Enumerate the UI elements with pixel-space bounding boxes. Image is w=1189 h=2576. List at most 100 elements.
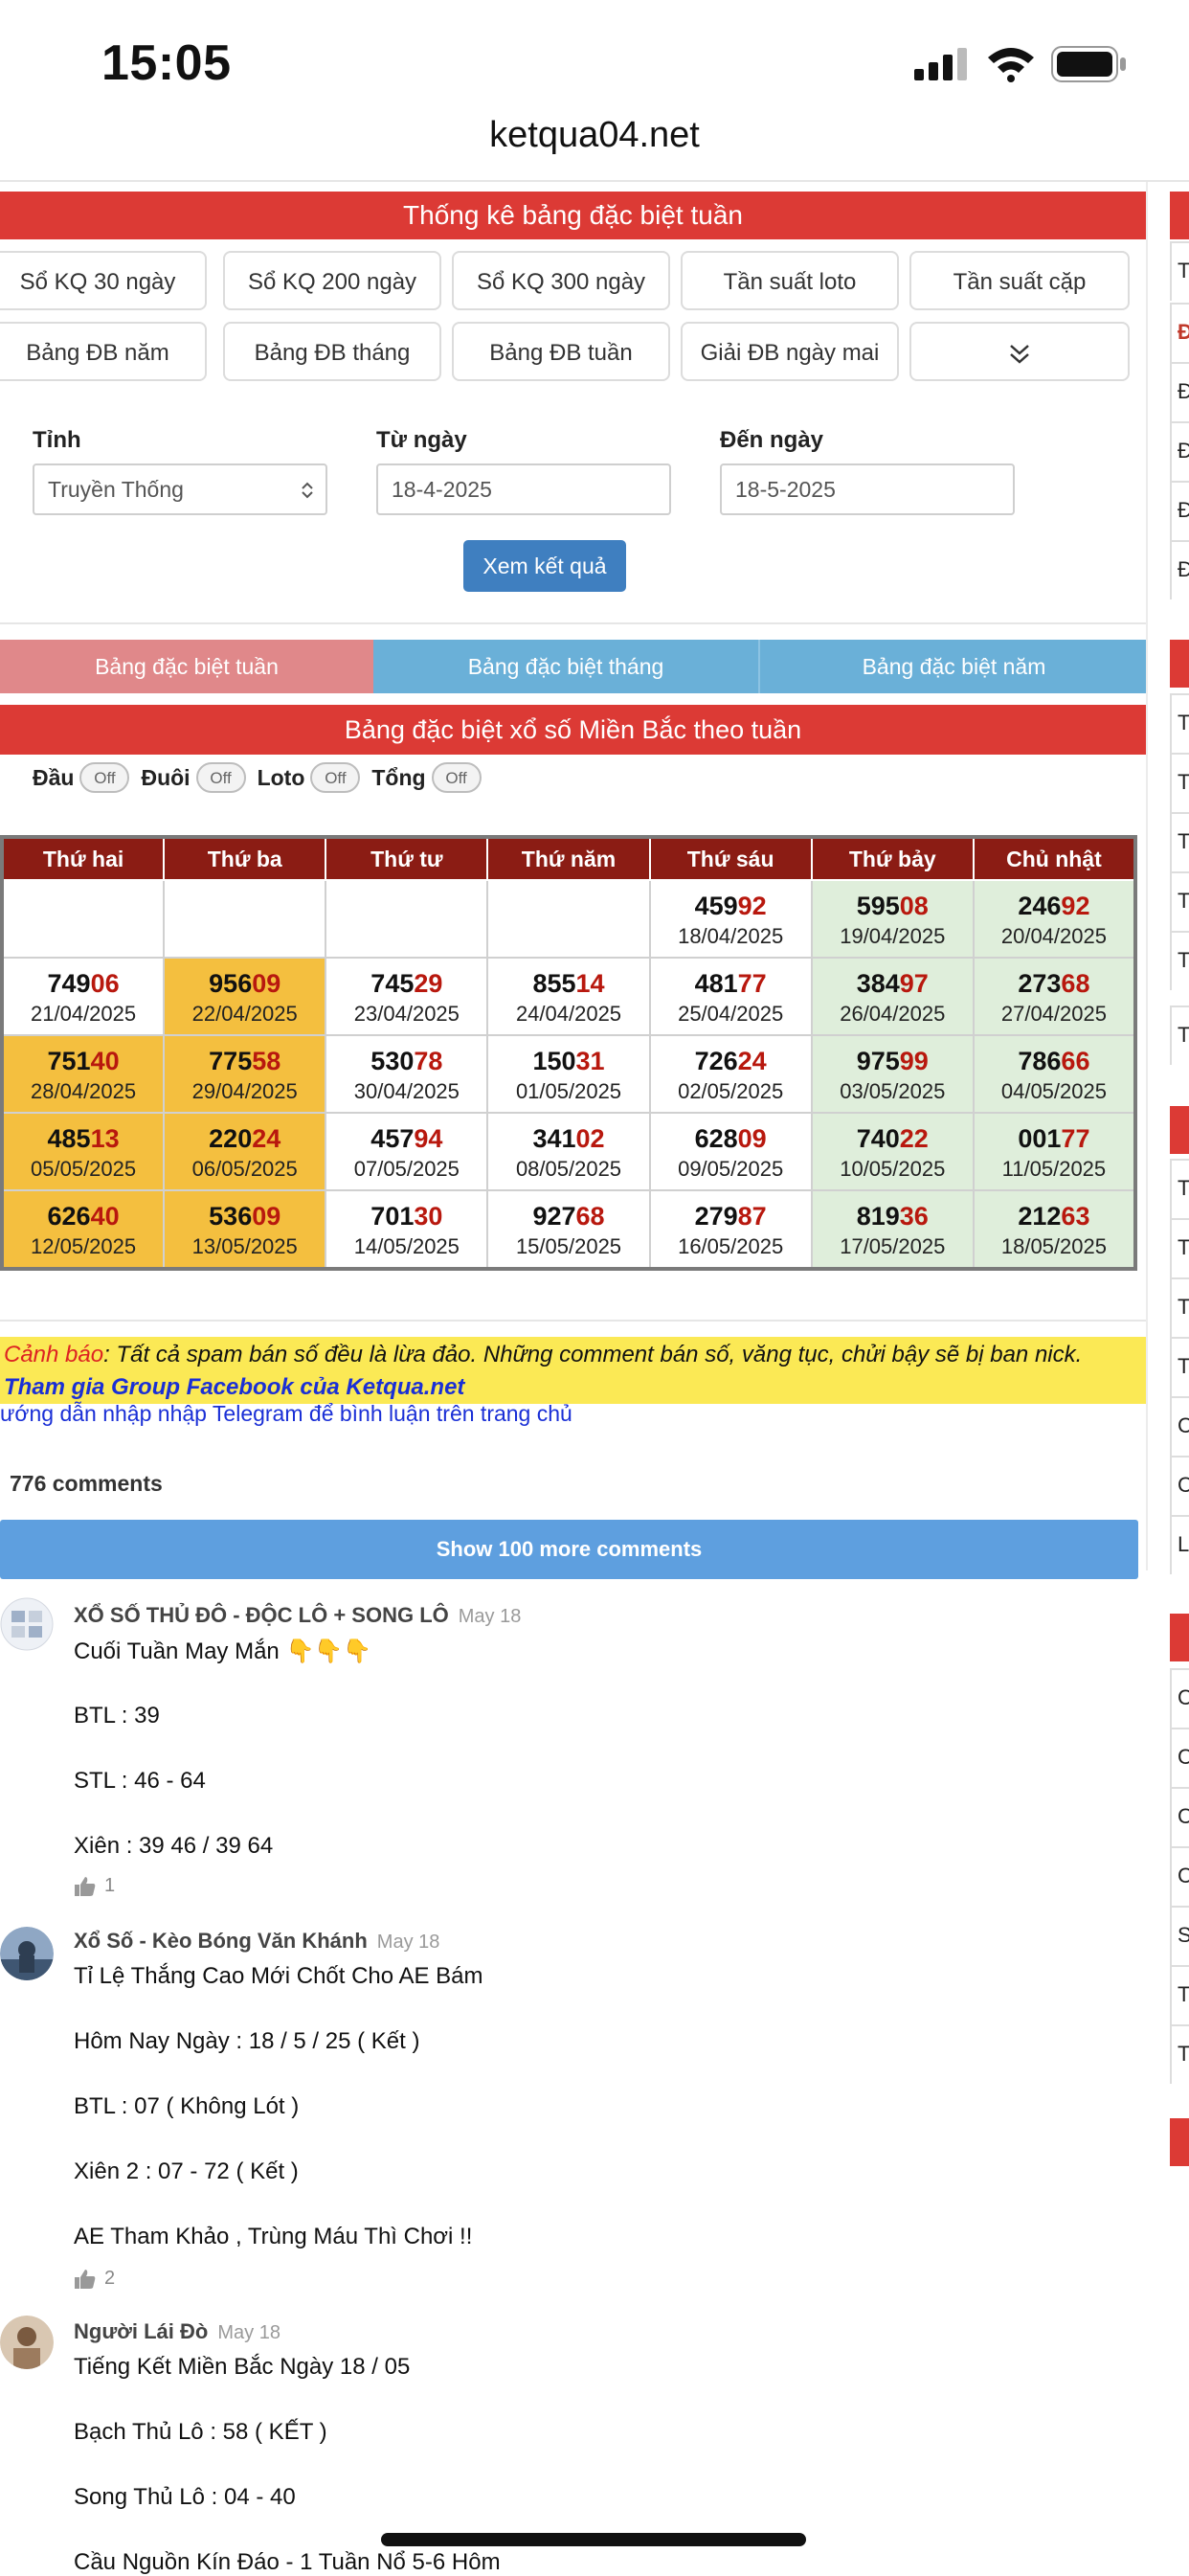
- like-button[interactable]: 2: [74, 2268, 115, 2290]
- sidebar-cell[interactable]: T: [1170, 241, 1189, 301]
- nav-button-tansuat-cap[interactable]: Tần suất cặp: [909, 251, 1130, 310]
- sidebar-cell[interactable]: T: [1170, 931, 1189, 990]
- sidebar-cell[interactable]: Đ: [1170, 421, 1189, 481]
- thumbs-up-icon: [75, 1876, 96, 1896]
- result-head: 855: [532, 968, 576, 998]
- toggle-dau[interactable]: Off: [79, 762, 130, 793]
- sidebar-cell[interactable]: Đ: [1170, 362, 1189, 421]
- result-cell[interactable]: 59508 19/04/2025: [810, 879, 975, 959]
- result-cell[interactable]: 97599 03/05/2025: [810, 1034, 975, 1114]
- comment-author[interactable]: Xổ Số - Kèo Bóng Văn Khánh May 18: [74, 1929, 439, 1954]
- result-cell[interactable]: 78666 04/05/2025: [972, 1034, 1137, 1114]
- result-cell[interactable]: 95609 22/04/2025: [163, 957, 327, 1036]
- result-cell[interactable]: 45992 18/04/2025: [648, 879, 813, 959]
- nav-button-bangdb-nam[interactable]: Bảng ĐB năm: [0, 322, 207, 381]
- sidebar-cell[interactable]: T: [1170, 1337, 1189, 1396]
- sidebar-cell[interactable]: T: [1170, 753, 1189, 812]
- result-cell[interactable]: 53078 30/04/2025: [325, 1034, 489, 1114]
- province-select[interactable]: Truyền Thống: [33, 463, 327, 515]
- result-cell[interactable]: 74529 23/04/2025: [325, 957, 489, 1036]
- sidebar-cell[interactable]: C: [1170, 1668, 1189, 1728]
- result-cell[interactable]: 22024 06/05/2025: [163, 1112, 327, 1191]
- battery-icon: [1051, 46, 1126, 82]
- result-cell[interactable]: 75140 28/04/2025: [0, 1034, 166, 1114]
- sidebar-cell-label: C: [1178, 1413, 1189, 1437]
- result-cell[interactable]: 48513 05/05/2025: [0, 1112, 166, 1191]
- sidebar-cell[interactable]: T: [1170, 2024, 1189, 2084]
- sidebar-cell[interactable]: S: [1170, 1906, 1189, 1965]
- nav-button-sokq300[interactable]: Sổ KQ 300 ngày: [452, 251, 670, 310]
- comment-author[interactable]: XỔ SỐ THỦ ĐÔ - ĐỘC LÔ + SONG LÔ May 18: [74, 1603, 521, 1628]
- sidebar-cell[interactable]: T: [1170, 812, 1189, 871]
- result-cell[interactable]: 00177 11/05/2025: [972, 1112, 1137, 1191]
- result-cell[interactable]: 21263 18/05/2025: [972, 1189, 1137, 1270]
- sidebar-cell[interactable]: T: [1170, 1277, 1189, 1337]
- sidebar-cell[interactable]: Đ: [1170, 303, 1189, 362]
- nav-button-bangdb-tuan[interactable]: Bảng ĐB tuần: [452, 322, 670, 381]
- result-cell[interactable]: 53609 13/05/2025: [163, 1189, 327, 1270]
- toggle-tong[interactable]: Off: [431, 762, 482, 793]
- submit-button[interactable]: Xem kết quả: [463, 540, 626, 592]
- result-cell[interactable]: 34102 08/05/2025: [486, 1112, 651, 1191]
- sidebar-cell[interactable]: Đ: [1170, 481, 1189, 540]
- result-head: 457: [370, 1123, 415, 1153]
- result-cell[interactable]: 81936 17/05/2025: [810, 1189, 975, 1270]
- result-cell[interactable]: 77558 29/04/2025: [163, 1034, 327, 1114]
- comment-author[interactable]: Người Lái Đò May 18: [74, 2319, 280, 2344]
- result-cell[interactable]: 38497 26/04/2025: [810, 957, 975, 1036]
- tab-monthly[interactable]: Bảng đặc biệt tháng: [373, 640, 760, 693]
- nav-button-bangdb-thang[interactable]: Bảng ĐB tháng: [223, 322, 441, 381]
- sidebar-cell[interactable]: L: [1170, 1515, 1189, 1574]
- result-cell[interactable]: 62640 12/05/2025: [0, 1189, 166, 1270]
- result-date: 10/05/2025: [840, 1156, 946, 1181]
- result-cell[interactable]: 92768 15/05/2025: [486, 1189, 651, 1270]
- facebook-group-link[interactable]: Tham gia Group Facebook của Ketqua.net: [4, 1374, 464, 1401]
- from-date-input[interactable]: 18-4-2025: [376, 463, 671, 515]
- result-head: 701: [370, 1201, 415, 1231]
- sidebar-cell[interactable]: T: [1170, 693, 1189, 753]
- sidebar-cell[interactable]: C: [1170, 1787, 1189, 1846]
- result-cell[interactable]: 62809 09/05/2025: [648, 1112, 813, 1191]
- to-date-input[interactable]: 18-5-2025: [720, 463, 1015, 515]
- toggle-loto[interactable]: Off: [310, 762, 361, 793]
- url-bar[interactable]: ketqua04.net: [0, 115, 1189, 156]
- sidebar-cell[interactable]: T: [1170, 1159, 1189, 1218]
- telegram-guide-link[interactable]: ướng dẫn nhập nhập Telegram để bình luận…: [0, 1401, 572, 1427]
- result-cell[interactable]: 45794 07/05/2025: [325, 1112, 489, 1191]
- result-cell[interactable]: 74906 21/04/2025: [0, 957, 166, 1036]
- nav-button-giaidb-ngaymai[interactable]: Giải ĐB ngày mai: [681, 322, 899, 381]
- result-cell[interactable]: 24692 20/04/2025: [972, 879, 1137, 959]
- tab-yearly[interactable]: Bảng đặc biệt năm: [760, 640, 1148, 693]
- avatar[interactable]: [0, 2316, 54, 2369]
- result-cell[interactable]: 74022 10/05/2025: [810, 1112, 975, 1191]
- show-more-comments-button[interactable]: Show 100 more comments: [0, 1520, 1138, 1579]
- sidebar-cell[interactable]: T: [1170, 871, 1189, 931]
- nav-button-sokq200[interactable]: Sổ KQ 200 ngày: [223, 251, 441, 310]
- tab-weekly[interactable]: Bảng đặc biệt tuần: [0, 640, 373, 693]
- sidebar-cell[interactable]: T: [1170, 1965, 1189, 2024]
- nav-button-more[interactable]: [909, 322, 1130, 381]
- home-indicator[interactable]: [381, 2533, 806, 2546]
- sidebar-cell[interactable]: T: [1170, 1006, 1189, 1065]
- sidebar-cell[interactable]: C: [1170, 1846, 1189, 1906]
- sidebar-cell[interactable]: Đ: [1170, 540, 1189, 599]
- result-date: 26/04/2025: [840, 1001, 946, 1026]
- result-cell[interactable]: 48177 25/04/2025: [648, 957, 813, 1036]
- result-cell[interactable]: 70130 14/05/2025: [325, 1189, 489, 1270]
- sidebar-cell[interactable]: C: [1170, 1728, 1189, 1787]
- sidebar-cell[interactable]: C: [1170, 1456, 1189, 1515]
- result-cell[interactable]: 27987 16/05/2025: [648, 1189, 813, 1270]
- nav-button-sokq30[interactable]: Sổ KQ 30 ngày: [0, 251, 207, 310]
- nav-button-tansuat-loto[interactable]: Tần suất loto: [681, 251, 899, 310]
- toggle-duoi[interactable]: Off: [195, 762, 246, 793]
- avatar[interactable]: [0, 1927, 54, 1980]
- result-cell[interactable]: 85514 24/04/2025: [486, 957, 651, 1036]
- result-cell[interactable]: 15031 01/05/2025: [486, 1034, 651, 1114]
- like-button[interactable]: 1: [74, 1875, 115, 1897]
- sidebar-cell[interactable]: T: [1170, 1218, 1189, 1277]
- result-cell[interactable]: 27368 27/04/2025: [972, 957, 1137, 1036]
- sidebar-cell[interactable]: C: [1170, 1396, 1189, 1456]
- avatar[interactable]: [0, 1597, 54, 1651]
- result-number: 62809: [651, 1121, 811, 1156]
- result-cell[interactable]: 72624 02/05/2025: [648, 1034, 813, 1114]
